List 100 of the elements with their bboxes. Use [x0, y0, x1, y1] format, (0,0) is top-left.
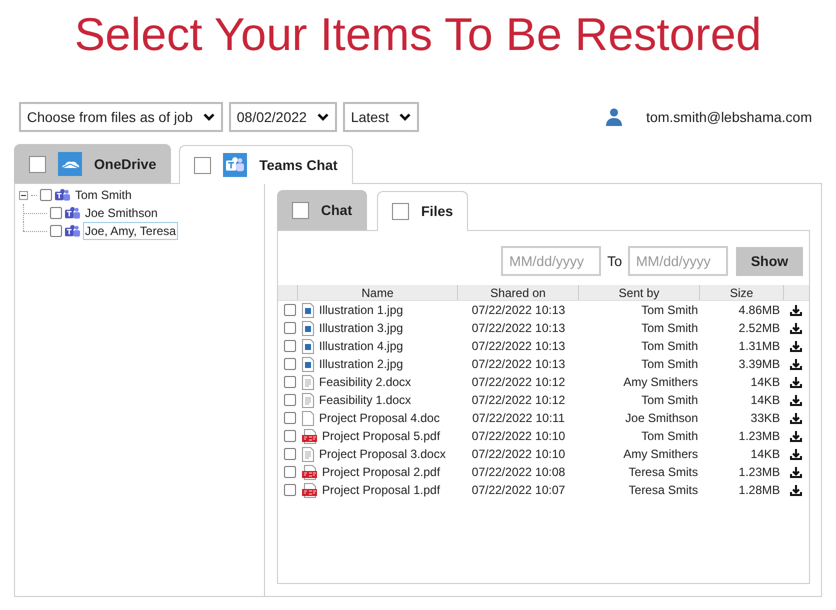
tree-item[interactable]: Tom Smith: [73, 186, 134, 204]
checkbox[interactable]: [292, 202, 309, 219]
user-icon: [606, 108, 622, 126]
checkbox[interactable]: [284, 394, 296, 406]
table-cell-text: 07/22/2022 10:13: [470, 302, 566, 319]
page-title: Select Your Items To Be Restored: [74, 7, 762, 62]
document-icon: [302, 374, 314, 390]
download-icon[interactable]: [790, 322, 802, 334]
document-icon: [302, 446, 314, 462]
teams-icon: [65, 224, 80, 238]
checkbox[interactable]: [194, 156, 212, 174]
column-header[interactable]: Shared on: [458, 285, 579, 300]
checkbox[interactable]: [284, 340, 296, 352]
checkbox[interactable]: [284, 304, 296, 316]
table-cell-text: Tom Smith: [640, 392, 699, 409]
file-name: Project Proposal 5.pdf: [322, 428, 440, 445]
file-name: Project Proposal 4.doc: [319, 410, 440, 427]
download-icon[interactable]: [790, 448, 802, 460]
teams-icon: [55, 188, 70, 202]
table-cell-text: 07/22/2022 10:10: [470, 446, 566, 463]
download-icon[interactable]: [790, 394, 802, 406]
caret-icon: [316, 113, 329, 121]
teams-icon: [223, 153, 248, 177]
table-cell-text: Tom Smith: [640, 338, 699, 355]
table-cell-text: 1.31MB: [738, 338, 781, 355]
tab[interactable]: Chat: [277, 190, 368, 230]
checkbox[interactable]: [284, 430, 296, 442]
file-name: Illustration 4.jpg: [319, 338, 404, 355]
table-cell-text: Tom Smith: [640, 302, 699, 319]
table-cell-text: 07/22/2022 10:10: [470, 428, 566, 445]
tree-item[interactable]: Joe Smithson: [83, 204, 160, 222]
collapse-icon[interactable]: [19, 190, 28, 200]
cloud-icon: [58, 152, 82, 176]
checkbox[interactable]: [40, 189, 52, 201]
file-name: Illustration 2.jpg: [319, 356, 404, 373]
file-name: Illustration 3.jpg: [319, 320, 404, 337]
pdf-icon: [302, 428, 317, 444]
table-cell-text: 4.86MB: [738, 302, 781, 319]
download-icon[interactable]: [790, 430, 802, 442]
table-cell-text: 33KB: [750, 410, 781, 427]
checkbox[interactable]: [284, 322, 296, 334]
tab[interactable]: OneDrive: [14, 144, 172, 183]
download-icon[interactable]: [790, 484, 802, 496]
file-icon: [302, 410, 314, 426]
table-cell-text: 07/22/2022 10:08: [470, 464, 566, 481]
file-name: Project Proposal 2.pdf: [322, 464, 440, 481]
download-icon[interactable]: [790, 466, 802, 478]
tree-item[interactable]: Joe, Amy, Teresa: [83, 222, 178, 240]
table-cell-text: 14KB: [750, 446, 781, 463]
from-date-field[interactable]: MM/dd/yyyy: [501, 246, 602, 276]
checkbox[interactable]: [284, 412, 296, 424]
image-file-icon: [302, 320, 314, 336]
table-cell-text: Teresa Smits: [628, 464, 699, 481]
table-cell-text: Amy Smithers: [622, 446, 699, 463]
table-cell-text: Teresa Smits: [628, 482, 699, 499]
image-file-icon: [302, 356, 314, 372]
checkbox[interactable]: [392, 203, 410, 220]
tab[interactable]: Files: [377, 191, 468, 231]
file-name: Feasibility 1.docx: [319, 392, 412, 409]
checkbox[interactable]: [284, 376, 296, 388]
table-cell-text: 07/22/2022 10:11: [471, 410, 566, 427]
table-cell-text: 07/22/2022 10:13: [470, 320, 566, 337]
table-cell-text: 07/22/2022 10:13: [470, 338, 566, 355]
checkbox[interactable]: [284, 466, 296, 478]
column-header[interactable]: Size: [700, 285, 784, 300]
download-icon[interactable]: [790, 304, 802, 316]
table-cell-text: 1.23MB: [738, 464, 781, 481]
caret-icon: [398, 113, 411, 121]
download-icon[interactable]: [790, 340, 802, 352]
checkbox[interactable]: [29, 156, 46, 172]
table-cell-text: Joe Smithson: [624, 410, 699, 427]
checkbox[interactable]: [50, 207, 62, 219]
checkbox[interactable]: [284, 484, 296, 496]
filter-dropdown[interactable]: 08/02/2022: [228, 102, 337, 132]
tab[interactable]: Teams Chat: [179, 145, 353, 184]
column-header[interactable]: Name: [298, 285, 458, 300]
table-cell-text: 14KB: [750, 374, 781, 391]
download-icon[interactable]: [790, 376, 802, 388]
pdf-icon: [302, 464, 317, 480]
user-email: tom.smith@lebshama.com: [646, 108, 812, 126]
file-name: Project Proposal 3.docx: [319, 446, 446, 463]
teams-icon: [65, 206, 80, 220]
pdf-icon: [302, 482, 317, 498]
table-cell-text: 07/22/2022 10:12: [470, 392, 566, 409]
table-cell-text: 07/22/2022 10:12: [470, 374, 566, 391]
to-label: To: [607, 252, 622, 270]
column-header[interactable]: Sent by: [579, 285, 700, 300]
checkbox[interactable]: [284, 358, 296, 370]
checkbox[interactable]: [50, 225, 62, 237]
download-icon[interactable]: [790, 412, 802, 424]
filter-dropdown[interactable]: Latest: [342, 102, 419, 132]
table-cell-text: 1.28MB: [738, 482, 781, 499]
to-date-field[interactable]: MM/dd/yyyy: [628, 246, 728, 276]
show-button[interactable]: Show: [736, 246, 803, 276]
filter-dropdown[interactable]: Choose from files as of job: [19, 102, 223, 132]
table-cell-text: Tom Smith: [640, 428, 699, 445]
table-cell-text: 07/22/2022 10:13: [470, 356, 566, 373]
table-cell-text: 1.23MB: [738, 428, 781, 445]
download-icon[interactable]: [790, 358, 802, 370]
checkbox[interactable]: [284, 448, 296, 460]
